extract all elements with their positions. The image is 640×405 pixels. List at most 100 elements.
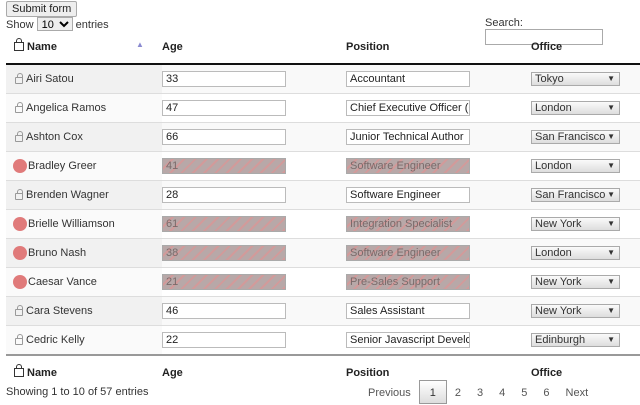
name-cell: Ashton Cox	[6, 122, 162, 152]
name-cell: Cedric Kelly	[6, 325, 162, 355]
position-input[interactable]: Software Engineer	[346, 245, 470, 261]
chevron-down-icon: ▼	[607, 103, 615, 112]
chevron-down-icon: ▼	[607, 219, 615, 228]
name-cell: Angelica Ramos	[6, 93, 162, 123]
entries-select[interactable]: 10	[36, 17, 73, 31]
locked-indicator-icon[interactable]	[13, 275, 27, 289]
office-value: New York	[535, 218, 582, 230]
age-input[interactable]	[162, 100, 286, 116]
lock-icon[interactable]	[15, 73, 23, 85]
chevron-down-icon: ▼	[607, 132, 615, 141]
age-input[interactable]	[162, 303, 286, 319]
office-value: New York	[535, 276, 582, 288]
lock-icon[interactable]	[15, 305, 23, 317]
table-row: Bradley Greer Software Engineer London ▼	[6, 151, 640, 181]
chevron-down-icon: ▼	[607, 335, 615, 344]
position-input[interactable]: Pre-Sales Support	[346, 274, 470, 290]
office-select[interactable]: San Francisco ▼	[531, 130, 620, 144]
age-input[interactable]	[162, 274, 286, 290]
position-input[interactable]: Chief Executive Officer (CEO)	[346, 100, 470, 116]
name-cell: Caesar Vance	[6, 267, 162, 297]
lock-icon[interactable]	[15, 334, 23, 346]
length-control: Show 10 entries	[6, 17, 109, 31]
office-value: London	[535, 160, 572, 172]
header-position[interactable]: Position	[346, 30, 531, 64]
header-office[interactable]: Office	[531, 30, 640, 64]
position-input[interactable]: Integration Specialist	[346, 216, 470, 232]
lock-icon[interactable]	[15, 102, 23, 114]
lock-icon[interactable]	[15, 131, 23, 143]
name-cell: Brenden Wagner	[6, 180, 162, 210]
name-text: Caesar Vance	[28, 275, 97, 288]
name-text: Cedric Kelly	[26, 334, 85, 346]
age-input[interactable]	[162, 187, 286, 203]
page-1[interactable]: 1	[418, 380, 447, 404]
name-text: Cara Stevens	[26, 305, 93, 317]
footer-name[interactable]: Name	[6, 355, 162, 389]
position-input[interactable]: Software Engineer	[346, 158, 470, 174]
locked-indicator-icon[interactable]	[13, 159, 27, 173]
office-value: London	[535, 102, 572, 114]
office-value: San Francisco	[535, 189, 606, 201]
office-value: New York	[535, 305, 582, 317]
chevron-down-icon: ▼	[607, 190, 615, 199]
office-select[interactable]: San Francisco ▼	[531, 188, 620, 202]
age-input[interactable]	[162, 71, 286, 87]
position-input[interactable]: Software Engineer	[346, 187, 470, 203]
office-select[interactable]: Tokyo ▼	[531, 72, 620, 86]
age-input[interactable]	[162, 332, 286, 348]
lock-icon	[14, 364, 24, 378]
name-text: Bradley Greer	[28, 159, 97, 172]
name-text: Ashton Cox	[26, 131, 83, 143]
table-row: Caesar Vance Pre-Sales Support New York ▼	[6, 267, 640, 297]
name-cell: Airi Satou	[6, 63, 162, 94]
lock-icon	[14, 38, 24, 52]
header-name[interactable]: Name	[6, 30, 162, 64]
data-table: Name Age Position Office Airi Satou Acco…	[6, 30, 640, 389]
name-text: Brenden Wagner	[26, 189, 109, 201]
table-row: Bruno Nash Software Engineer London ▼	[6, 238, 640, 268]
position-input[interactable]: Accountant	[346, 71, 470, 87]
search-label: Search:	[485, 17, 523, 29]
age-input[interactable]	[162, 158, 286, 174]
name-cell: Bruno Nash	[6, 238, 162, 268]
office-select[interactable]: Edinburgh ▼	[531, 333, 620, 347]
name-text: Angelica Ramos	[26, 102, 107, 114]
table-row: Brenden Wagner Software Engineer San Fra…	[6, 180, 640, 210]
age-input[interactable]	[162, 216, 286, 232]
age-input[interactable]	[162, 129, 286, 145]
name-text: Brielle Williamson	[28, 217, 115, 230]
name-cell: Cara Stevens	[6, 296, 162, 326]
chevron-down-icon: ▼	[607, 248, 615, 257]
position-input[interactable]: Sales Assistant	[346, 303, 470, 319]
name-cell: Bradley Greer	[6, 151, 162, 181]
office-select[interactable]: New York ▼	[531, 217, 620, 231]
table-row: Brielle Williamson Integration Specialis…	[6, 209, 640, 239]
pagination: Previous 1 2 3 4 5 6 Next	[360, 380, 596, 404]
office-value: Tokyo	[535, 73, 564, 85]
office-select[interactable]: London ▼	[531, 159, 620, 173]
table-info: Showing 1 to 10 of 57 entries	[6, 386, 149, 398]
age-input[interactable]	[162, 245, 286, 261]
position-input[interactable]: Senior Javascript Developer	[346, 332, 470, 348]
footer-age[interactable]: Age	[162, 355, 346, 389]
table-row: Ashton Cox Junior Technical Author San F…	[6, 122, 640, 152]
position-input[interactable]: Junior Technical Author	[346, 129, 470, 145]
office-value: Edinburgh	[535, 334, 586, 346]
table-row: Cedric Kelly Senior Javascript Developer…	[6, 325, 640, 355]
office-select[interactable]: London ▼	[531, 101, 620, 115]
chevron-down-icon: ▼	[607, 74, 615, 83]
table-row: Cara Stevens Sales Assistant New York ▼	[6, 296, 640, 326]
office-select[interactable]: London ▼	[531, 246, 620, 260]
chevron-down-icon: ▼	[607, 306, 615, 315]
office-select[interactable]: New York ▼	[531, 275, 620, 289]
office-select[interactable]: New York ▼	[531, 304, 620, 318]
header-age[interactable]: Age	[162, 30, 346, 64]
submit-form-button[interactable]: Submit form	[6, 1, 78, 17]
locked-indicator-icon[interactable]	[13, 246, 27, 260]
name-text: Bruno Nash	[28, 246, 87, 259]
name-text: Airi Satou	[26, 73, 74, 85]
lock-icon[interactable]	[15, 189, 23, 201]
chevron-down-icon: ▼	[607, 161, 615, 170]
locked-indicator-icon[interactable]	[13, 217, 27, 231]
